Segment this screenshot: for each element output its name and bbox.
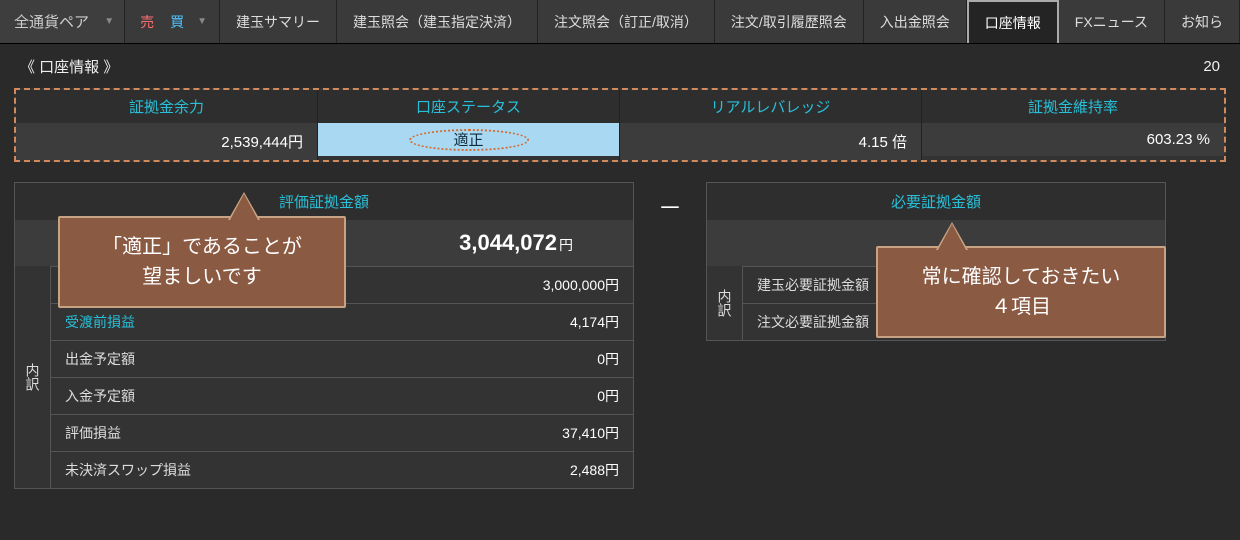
minus-icon: －: [658, 188, 682, 223]
tab-notice[interactable]: お知ら: [1165, 0, 1240, 43]
row-unsettled-swap-pl: 未決済スワップ損益2,488円: [51, 451, 633, 488]
subhead: 《 口座情報 》 20: [0, 44, 1240, 88]
col-margin-capacity: 証拠金余力 2,539,444円: [16, 90, 318, 160]
currency-pair-select[interactable]: 全通貨ペア ▼: [0, 0, 125, 43]
top-toolbar: 全通貨ペア ▼ 売 買 ▼ 建玉サマリー 建玉照会（建玉指定決済） 注文照会（訂…: [0, 0, 1240, 44]
col-margin-maintenance: 証拠金維持率 603.23 %: [922, 90, 1224, 160]
breakdown-label: 内訳: [707, 266, 743, 340]
panel-head: 評価証拠金額: [15, 183, 633, 220]
tab-deposit-withdraw[interactable]: 入出金照会: [864, 0, 967, 43]
row-deposit-planned: 入金予定額0円: [51, 377, 633, 414]
callout-four-items: 常に確認しておきたい ４項目: [876, 246, 1166, 338]
subhead-right: 20: [1203, 58, 1220, 75]
col-account-status: 口座ステータス 適正: [318, 90, 620, 160]
row-pre-settlement-pl: 受渡前損益4,174円: [51, 303, 633, 340]
row-withdraw-planned: 出金予定額0円: [51, 340, 633, 377]
callout-tail-icon: [938, 224, 966, 250]
col-head: 証拠金余力: [16, 90, 317, 123]
col-head: リアルレバレッジ: [620, 90, 921, 123]
row-valuation-pl: 評価損益37,410円: [51, 414, 633, 451]
tab-order-inquiry[interactable]: 注文照会（訂正/取消）: [538, 0, 715, 43]
tab-position-summary[interactable]: 建玉サマリー: [220, 0, 337, 43]
col-value: 4.15 倍: [620, 123, 921, 160]
col-head: 口座ステータス: [318, 90, 619, 123]
col-value: 適正: [318, 123, 619, 156]
tab-account-info[interactable]: 口座情報: [967, 0, 1059, 43]
highlight-table: 証拠金余力 2,539,444円 口座ステータス 適正 リアルレバレッジ 4.1…: [14, 88, 1226, 162]
col-real-leverage: リアルレバレッジ 4.15 倍: [620, 90, 922, 160]
callout-tail-icon: [230, 194, 258, 220]
tab-order-history[interactable]: 注文/取引履歴照会: [715, 0, 864, 43]
col-head: 証拠金維持率: [922, 90, 1224, 123]
callout-status-advice: 「適正」であることが 望ましいです: [58, 216, 346, 308]
currency-pair-label: 全通貨ペア: [14, 11, 89, 32]
buy-button[interactable]: 買: [163, 9, 191, 35]
sell-buy-toggle[interactable]: 売 買 ▼: [125, 0, 220, 43]
col-value: 2,539,444円: [16, 123, 317, 160]
chevron-down-icon: ▼: [104, 16, 114, 27]
main-tabs: 建玉サマリー 建玉照会（建玉指定決済） 注文照会（訂正/取消） 注文/取引履歴照…: [220, 0, 1240, 43]
tab-fx-news[interactable]: FXニュース: [1059, 0, 1165, 43]
breakdown-label: 内訳: [15, 266, 51, 488]
col-value: 603.23 %: [922, 123, 1224, 156]
callout-text: 常に確認しておきたい ４項目: [896, 262, 1146, 322]
panel-head: 必要証拠金額: [707, 183, 1165, 220]
sell-button[interactable]: 売: [133, 9, 161, 35]
tab-position-inquiry[interactable]: 建玉照会（建玉指定決済）: [337, 0, 538, 43]
callout-text: 「適正」であることが 望ましいです: [78, 232, 326, 292]
chevron-down-icon: ▼: [193, 16, 211, 27]
page-title: 《 口座情報 》: [20, 56, 118, 77]
